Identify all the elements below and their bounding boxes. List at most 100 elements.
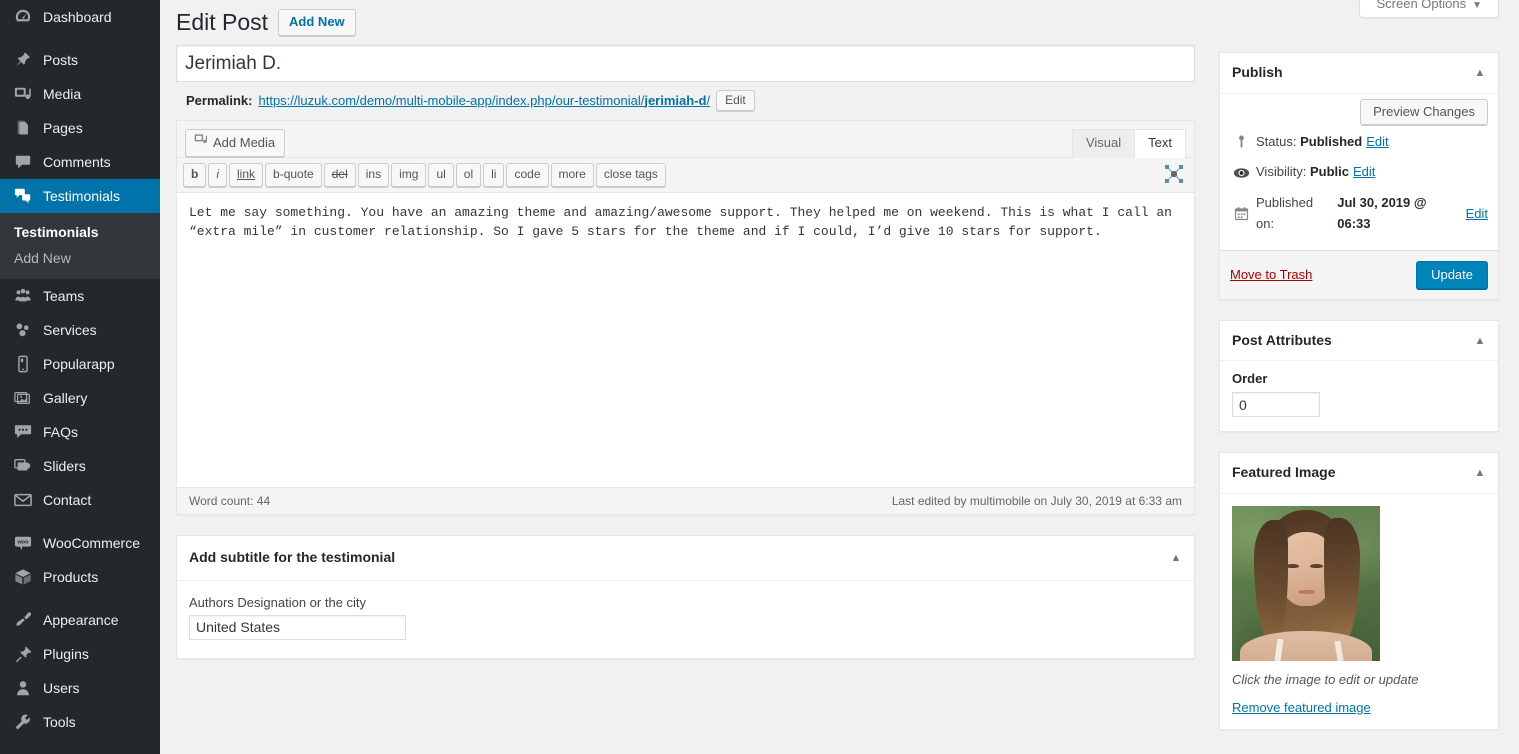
- sidebar-item-label: Gallery: [43, 390, 88, 406]
- status-edit-link[interactable]: Edit: [1366, 132, 1388, 153]
- submenu-item-testimonials[interactable]: Testimonials: [0, 219, 160, 245]
- quicktags-toolbar: b i link b-quote del ins img ul ol li code more clos…: [177, 158, 1194, 194]
- title-area: [176, 45, 1195, 82]
- menu-separator: [0, 517, 160, 526]
- sidebar-item-appearance[interactable]: Appearance: [0, 603, 160, 637]
- sidebar-item-label: Pages: [43, 120, 83, 136]
- sidebar-item-gallery[interactable]: Gallery: [0, 381, 160, 415]
- sidebar-item-label: Comments: [43, 154, 111, 170]
- sidebar-item-tools[interactable]: Tools: [0, 705, 160, 739]
- sidebar-item-comments[interactable]: Comments: [0, 145, 160, 179]
- sidebar-item-services[interactable]: Services: [0, 313, 160, 347]
- sidebar-item-media[interactable]: Media: [0, 77, 160, 111]
- preview-changes-button[interactable]: Preview Changes: [1360, 98, 1488, 125]
- eye-visibility-icon: [1231, 166, 1251, 180]
- comment-icon: [12, 152, 34, 172]
- fullscreen-expand-icon[interactable]: [1164, 164, 1184, 184]
- quicktag-ins[interactable]: ins: [357, 163, 390, 188]
- services-icon: [12, 320, 34, 340]
- add-media-button[interactable]: Add Media: [185, 129, 286, 158]
- sidebar-item-label: Services: [43, 322, 97, 338]
- quicktag-ol[interactable]: ol: [455, 163, 482, 188]
- author-designation-input[interactable]: [189, 614, 406, 640]
- post-content-textarea[interactable]: [177, 193, 1194, 485]
- sidebar-item-faqs[interactable]: FAQs: [0, 415, 160, 449]
- post-body-content: Permalink: https://luzuk.com/demo/multi-…: [176, 45, 1195, 679]
- quicktag-close-tags[interactable]: close tags: [595, 163, 666, 188]
- post-title-input[interactable]: [176, 45, 1195, 82]
- visibility-label: Visibility:: [1256, 164, 1307, 180]
- screen-options-toggle[interactable]: Screen Options ▼: [1359, 0, 1499, 18]
- editor-footer: Word count: 44 Last edited by multimobil…: [177, 487, 1194, 515]
- collapse-toggle-icon[interactable]: ▲: [1472, 333, 1488, 349]
- sidebar-item-users[interactable]: Users: [0, 671, 160, 705]
- publish-metabox: Publish ▲ Preview Changes Status: Publis…: [1219, 52, 1499, 300]
- sidebar-item-label: Testimonials: [43, 188, 121, 204]
- quicktag-link[interactable]: link: [229, 163, 264, 188]
- quicktags-list: b i link b-quote del ins img ul ol li code more clos…: [183, 163, 668, 188]
- quicktag-b-quote[interactable]: b-quote: [265, 163, 322, 188]
- featured-image-body: Click the image to edit or update Remove…: [1220, 494, 1498, 729]
- products-icon: [12, 567, 34, 587]
- subtitle-metabox: Add subtitle for the testimonial ▲ Autho…: [176, 535, 1195, 659]
- sidebar-item-label: Products: [43, 569, 99, 585]
- collapse-toggle-icon[interactable]: ▲: [1168, 550, 1184, 566]
- quicktag-del[interactable]: del: [323, 163, 356, 188]
- sidebar-item-dashboard[interactable]: Dashboard: [0, 0, 160, 34]
- editor-tools: Add Media Visual Text: [177, 121, 1194, 159]
- wp-admin-screen: Dashboard Posts Media Pages Comments Testimon…: [0, 0, 1519, 754]
- featured-image-thumbnail[interactable]: [1232, 505, 1380, 661]
- order-input[interactable]: [1232, 392, 1320, 418]
- teams-icon: [12, 286, 34, 306]
- sidebar-item-label: Users: [43, 680, 80, 696]
- major-publishing-actions: Move to Trash Update: [1220, 250, 1498, 299]
- sidebar-item-pages[interactable]: Pages: [0, 111, 160, 145]
- status-row: Status: Published Edit: [1230, 127, 1488, 158]
- sidebar-item-plugins[interactable]: Plugins: [0, 637, 160, 671]
- published-on-edit-link[interactable]: Edit: [1466, 204, 1488, 225]
- sidebar-item-woocommerce[interactable]: woo WooCommerce: [0, 526, 160, 560]
- quicktag-i[interactable]: i: [208, 163, 228, 188]
- sidebar-item-label: Popularapp: [43, 356, 115, 372]
- visibility-edit-link[interactable]: Edit: [1353, 162, 1375, 183]
- update-button[interactable]: Update: [1416, 260, 1488, 289]
- faq-icon: [12, 422, 34, 442]
- media-icon: [194, 133, 208, 152]
- quicktag-img[interactable]: img: [391, 163, 427, 188]
- permalink-link[interactable]: https://luzuk.com/demo/multi-mobile-app/…: [258, 93, 710, 108]
- collapse-toggle-icon[interactable]: ▲: [1472, 465, 1488, 481]
- sidebar-item-teams[interactable]: Teams: [0, 279, 160, 313]
- media-icon: [12, 84, 34, 104]
- visibility-row: Visibility: Public Edit: [1230, 157, 1488, 188]
- move-to-trash-link[interactable]: Move to Trash: [1230, 267, 1312, 282]
- quicktag-b[interactable]: b: [183, 163, 207, 188]
- sidebar-item-sliders[interactable]: Sliders: [0, 449, 160, 483]
- sidebar-item-posts[interactable]: Posts: [0, 43, 160, 77]
- quicktag-li[interactable]: li: [483, 163, 505, 188]
- minor-publishing-actions: Preview Changes Status: Published Edit V…: [1220, 94, 1498, 251]
- published-on-value: Jul 30, 2019 @ 06:33: [1337, 195, 1427, 231]
- editor-tab-visual[interactable]: Visual: [1071, 129, 1136, 159]
- sidebar-item-contact[interactable]: Contact: [0, 483, 160, 517]
- add-new-button[interactable]: Add New: [278, 9, 356, 36]
- sidebar-item-popularapp[interactable]: Popularapp: [0, 347, 160, 381]
- submenu-item-add-new[interactable]: Add New: [0, 245, 160, 271]
- pin-icon: [12, 50, 34, 70]
- featured-image-title: Featured Image: [1232, 464, 1336, 481]
- sidebar-item-testimonials[interactable]: Testimonials: [0, 179, 160, 213]
- users-icon: [12, 678, 34, 698]
- publish-metabox-title: Publish: [1232, 64, 1283, 80]
- sidebar-metaboxes: Publish ▲ Preview Changes Status: Publis…: [1219, 52, 1499, 750]
- sidebar-item-products[interactable]: Products: [0, 560, 160, 594]
- permalink-row: Permalink: https://luzuk.com/demo/multi-…: [176, 82, 1195, 111]
- quicktag-ul[interactable]: ul: [428, 163, 454, 188]
- edit-slug-button[interactable]: Edit: [716, 90, 755, 111]
- quicktag-more[interactable]: more: [550, 163, 594, 188]
- gallery-icon: [12, 388, 34, 408]
- publish-metabox-header: Publish ▲: [1220, 53, 1498, 94]
- post-attributes-header: Post Attributes ▲: [1220, 321, 1498, 362]
- quicktag-code[interactable]: code: [506, 163, 549, 188]
- collapse-toggle-icon[interactable]: ▲: [1472, 65, 1488, 81]
- editor-tab-text[interactable]: Text: [1134, 129, 1186, 159]
- remove-featured-image-link[interactable]: Remove featured image: [1232, 700, 1486, 715]
